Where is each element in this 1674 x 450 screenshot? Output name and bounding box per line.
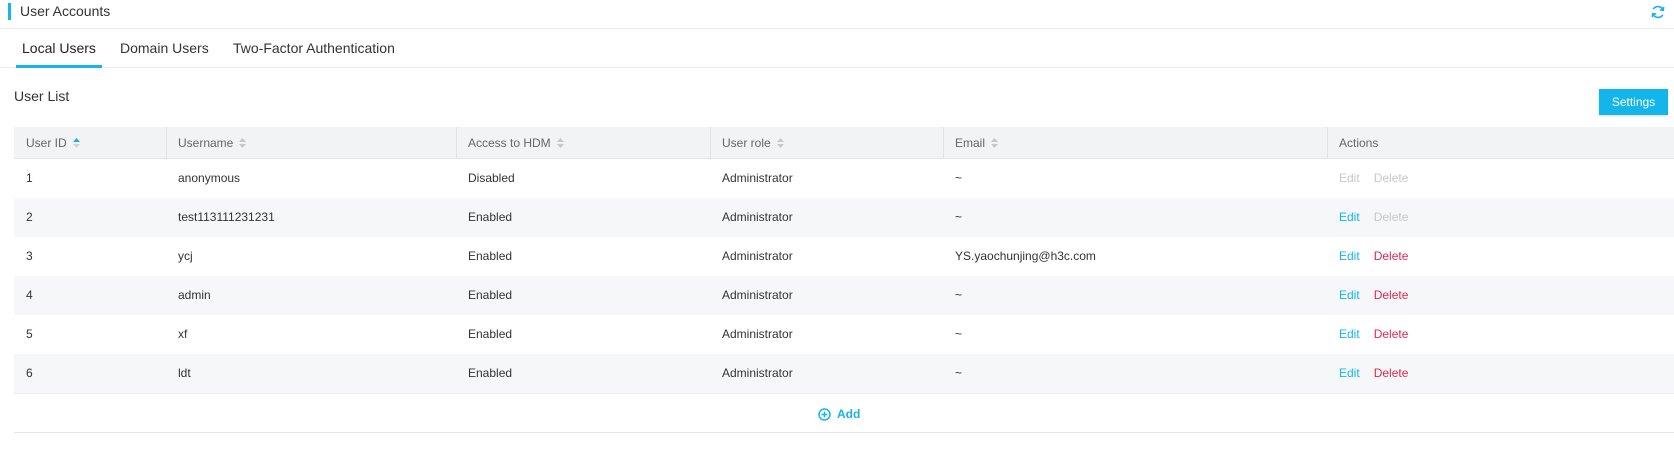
cell-user-role: Administrator bbox=[722, 171, 793, 185]
cell-actions: Edit Delete bbox=[1327, 237, 1674, 276]
cell-username: xf bbox=[178, 327, 188, 341]
cell-username: admin bbox=[178, 288, 211, 302]
table-row: 4 admin Enabled Administrator ~ Edit Delete bbox=[14, 276, 1674, 315]
cell-access-to-hdm: Enabled bbox=[468, 288, 513, 302]
cell-user-id: 2 bbox=[26, 210, 33, 224]
cell-access-to-hdm: Enabled bbox=[468, 366, 513, 380]
cell-user-role: Administrator bbox=[722, 249, 793, 263]
table-row: 3 ycj Enabled Administrator YS.yaochunjing@h… bbox=[14, 237, 1674, 276]
tab-bar: Local Users Domain Users Two-Factor Auth… bbox=[0, 29, 1674, 68]
page-title: User Accounts bbox=[20, 3, 111, 19]
active-tab-indicator bbox=[16, 65, 102, 68]
column-separator bbox=[166, 127, 167, 159]
tab-two-factor-authentication[interactable]: Two-Factor Authentication bbox=[233, 39, 395, 57]
tab-domain-users[interactable]: Domain Users bbox=[120, 39, 209, 57]
cell-access-to-hdm: Enabled bbox=[468, 249, 513, 263]
edit-button: Edit bbox=[1339, 171, 1360, 185]
table-row: 2 test113111231231 Enabled Administrator ~ Ed… bbox=[14, 198, 1674, 237]
sort-asc-icon[interactable] bbox=[72, 138, 80, 148]
column-header-email[interactable]: Email bbox=[943, 127, 1327, 159]
page-header: User Accounts bbox=[0, 0, 1674, 29]
refresh-icon[interactable] bbox=[1650, 4, 1666, 20]
column-header-username[interactable]: Username bbox=[166, 127, 456, 159]
cell-username: ldt bbox=[178, 366, 191, 380]
cell-user-role: Administrator bbox=[722, 327, 793, 341]
cell-user-id: 6 bbox=[26, 366, 33, 380]
settings-button[interactable]: Settings bbox=[1599, 89, 1668, 115]
add-row: Add bbox=[14, 393, 1674, 433]
cell-access-to-hdm: Enabled bbox=[468, 327, 513, 341]
cell-email: YS.yaochunjing@h3c.com bbox=[955, 249, 1096, 263]
table-row: 6 ldt Enabled Administrator ~ Edit Delete bbox=[14, 354, 1674, 393]
delete-button: Delete bbox=[1373, 210, 1409, 224]
header-accent-bar bbox=[8, 3, 11, 20]
cell-email: ~ bbox=[955, 327, 963, 341]
delete-button[interactable]: Delete bbox=[1374, 315, 1409, 354]
column-separator bbox=[710, 127, 711, 159]
edit-button[interactable]: Edit bbox=[1339, 237, 1360, 276]
cell-username: test113111231231 bbox=[178, 210, 275, 224]
cell-actions: Edit Delete bbox=[1327, 315, 1674, 354]
delete-button[interactable]: Delete bbox=[1374, 354, 1409, 393]
cell-access-to-hdm: Disabled bbox=[468, 171, 515, 185]
cell-username: ycj bbox=[178, 249, 193, 263]
cell-actions: Edit Delete bbox=[1327, 276, 1674, 315]
add-user-button[interactable]: Add bbox=[818, 405, 860, 423]
cell-user-id: 3 bbox=[26, 249, 33, 263]
edit-button[interactable]: Edit bbox=[1339, 276, 1360, 315]
delete-button[interactable]: Delete bbox=[1374, 276, 1409, 315]
cell-actions: Edit Delete bbox=[1327, 354, 1674, 393]
table-row: 5 xf Enabled Administrator ~ Edit Delete bbox=[14, 315, 1674, 354]
cell-email: ~ bbox=[955, 210, 963, 224]
edit-button[interactable]: Edit bbox=[1339, 198, 1360, 237]
cell-access-to-hdm: Enabled bbox=[468, 210, 513, 224]
cell-email: ~ bbox=[955, 288, 963, 302]
column-header-user-id[interactable]: User ID bbox=[14, 127, 166, 159]
column-header-user-role[interactable]: User role bbox=[710, 127, 943, 159]
column-header-actions: Actions bbox=[1327, 127, 1674, 159]
cell-user-id: 4 bbox=[26, 288, 33, 302]
cell-email: ~ bbox=[955, 366, 963, 380]
cell-user-role: Administrator bbox=[722, 210, 793, 224]
sort-icon[interactable] bbox=[776, 138, 784, 148]
table-header: User ID Username Access to HDM User role… bbox=[14, 127, 1674, 159]
cell-actions: Edit Delete bbox=[1327, 198, 1674, 237]
cell-user-id: 1 bbox=[26, 171, 33, 185]
delete-button[interactable]: Delete bbox=[1374, 237, 1409, 276]
tab-local-users[interactable]: Local Users bbox=[22, 39, 96, 57]
sort-icon[interactable] bbox=[556, 138, 564, 148]
edit-button[interactable]: Edit bbox=[1339, 354, 1360, 393]
user-table: User ID Username Access to HDM User role… bbox=[14, 127, 1674, 433]
sort-icon[interactable] bbox=[239, 138, 247, 148]
edit-button[interactable]: Edit bbox=[1339, 315, 1360, 354]
cell-email: ~ bbox=[955, 171, 963, 185]
column-header-access-to-hdm[interactable]: Access to HDM bbox=[456, 127, 710, 159]
cell-username: anonymous bbox=[178, 171, 241, 185]
cell-user-role: Administrator bbox=[722, 366, 793, 380]
sort-icon[interactable] bbox=[991, 138, 999, 148]
user-list-title: User List bbox=[14, 88, 70, 104]
column-separator bbox=[1327, 127, 1328, 159]
cell-actions: Edit Delete bbox=[1327, 159, 1674, 198]
table-body: 1 anonymous Disabled Administrator ~ Edit Dele… bbox=[14, 159, 1674, 393]
column-separator bbox=[943, 127, 944, 159]
delete-button: Delete bbox=[1373, 171, 1409, 185]
cell-user-id: 5 bbox=[26, 327, 33, 341]
column-separator bbox=[456, 127, 457, 159]
table-row: 1 anonymous Disabled Administrator ~ Edit Dele… bbox=[14, 159, 1674, 198]
add-circle-icon bbox=[818, 408, 831, 421]
cell-user-role: Administrator bbox=[722, 288, 793, 302]
